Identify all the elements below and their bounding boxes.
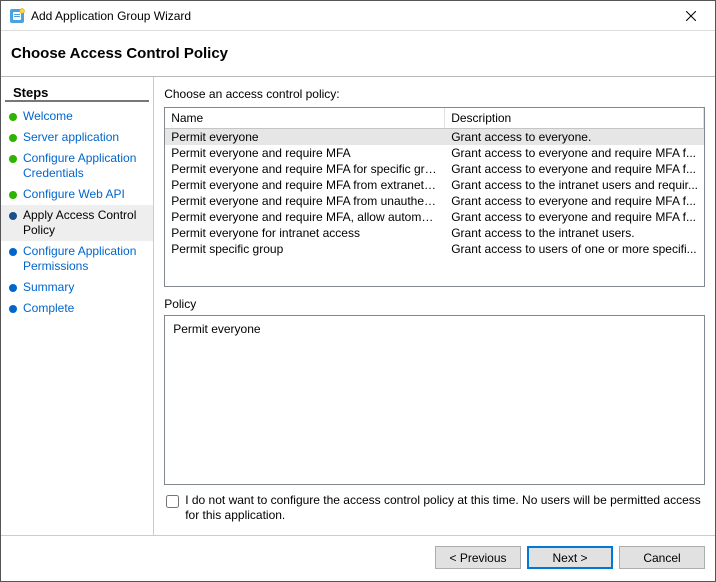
column-description[interactable]: Description — [445, 108, 704, 128]
policy-name: Permit everyone for intranet access — [165, 225, 445, 241]
policy-row[interactable]: Permit everyone for intranet accessGrant… — [165, 225, 704, 241]
policy-description: Grant access to everyone and require MFA… — [445, 193, 704, 209]
step-bullet-icon — [9, 155, 17, 163]
policy-description: Grant access to everyone and require MFA… — [445, 145, 704, 161]
policy-row[interactable]: Permit everyone and require MFA from ext… — [165, 177, 704, 193]
cancel-button[interactable]: Cancel — [619, 546, 705, 569]
wizard-window: Add Application Group Wizard Choose Acce… — [0, 0, 716, 582]
policy-name: Permit everyone — [165, 129, 445, 145]
policy-row[interactable]: Permit everyone and require MFAGrant acc… — [165, 145, 704, 161]
opt-out-checkbox[interactable] — [166, 495, 179, 508]
policy-description: Grant access to everyone. — [445, 129, 704, 145]
column-name[interactable]: Name — [165, 108, 445, 128]
step-item[interactable]: Welcome — [1, 106, 153, 127]
step-label: Configure Web API — [23, 187, 125, 202]
close-button[interactable] — [671, 2, 711, 30]
wizard-body: Steps Welcome Server application Configure… — [1, 77, 715, 535]
policy-name: Permit everyone and require MFA from una… — [165, 193, 445, 209]
step-bullet-icon — [9, 305, 17, 313]
step-label: Apply Access Control Policy — [23, 208, 147, 238]
listview-body: Permit everyoneGrant access to everyone.… — [165, 129, 704, 257]
step-bullet-icon — [9, 212, 17, 220]
steps-pane: Steps Welcome Server application Configure… — [1, 77, 154, 535]
opt-out-label: I do not want to configure the access co… — [185, 493, 705, 523]
listview-header: Name Description — [165, 108, 704, 129]
page-header: Choose Access Control Policy — [1, 31, 715, 77]
policy-section-label: Policy — [164, 297, 705, 311]
step-bullet-icon — [9, 134, 17, 142]
policy-name: Permit everyone and require MFA for spec… — [165, 161, 445, 177]
step-label: Configure Application Permissions — [23, 244, 147, 274]
policy-row[interactable]: Permit everyone and require MFA from una… — [165, 193, 704, 209]
choose-policy-label: Choose an access control policy: — [164, 87, 705, 101]
policy-row[interactable]: Permit everyone and require MFA, allow a… — [165, 209, 704, 225]
policy-description: Grant access to everyone and require MFA… — [445, 161, 704, 177]
policy-description: Grant access to everyone and require MFA… — [445, 209, 704, 225]
previous-button[interactable]: < Previous — [435, 546, 521, 569]
step-item[interactable]: Server application — [1, 127, 153, 148]
policy-row[interactable]: Permit specific groupGrant access to use… — [165, 241, 704, 257]
step-label: Summary — [23, 280, 74, 295]
policy-name: Permit specific group — [165, 241, 445, 257]
policy-name: Permit everyone and require MFA — [165, 145, 445, 161]
titlebar: Add Application Group Wizard — [1, 1, 715, 31]
steps-header: Steps — [5, 81, 149, 102]
app-icon — [9, 8, 25, 24]
step-item[interactable]: Summary — [1, 277, 153, 298]
step-label: Server application — [23, 130, 119, 145]
step-label: Configure Application Credentials — [23, 151, 147, 181]
step-bullet-icon — [9, 284, 17, 292]
footer: < Previous Next > Cancel — [1, 535, 715, 581]
step-item[interactable]: Configure Web API — [1, 184, 153, 205]
steps-list: Welcome Server application Configure Appli… — [1, 106, 153, 319]
policy-description: Grant access to the intranet users. — [445, 225, 704, 241]
page-title: Choose Access Control Policy — [11, 45, 705, 62]
step-bullet-icon — [9, 113, 17, 121]
policy-detail-text: Permit everyone — [173, 322, 260, 336]
policy-description: Grant access to the intranet users and r… — [445, 177, 704, 193]
policy-row[interactable]: Permit everyoneGrant access to everyone. — [165, 129, 704, 145]
step-item[interactable]: Configure Application Permissions — [1, 241, 153, 277]
window-title: Add Application Group Wizard — [31, 9, 671, 23]
step-item[interactable]: Configure Application Credentials — [1, 148, 153, 184]
content-pane: Choose an access control policy: Name De… — [154, 77, 715, 535]
close-icon — [686, 11, 696, 21]
step-item[interactable]: Apply Access Control Policy — [1, 205, 153, 241]
policy-description: Grant access to users of one or more spe… — [445, 241, 704, 257]
next-button[interactable]: Next > — [527, 546, 613, 569]
policy-listview[interactable]: Name Description Permit everyoneGrant ac… — [164, 107, 705, 287]
step-label: Welcome — [23, 109, 73, 124]
policy-detail-box: Permit everyone — [164, 315, 705, 485]
policy-name: Permit everyone and require MFA from ext… — [165, 177, 445, 193]
policy-name: Permit everyone and require MFA, allow a… — [165, 209, 445, 225]
step-label: Complete — [23, 301, 74, 316]
step-item[interactable]: Complete — [1, 298, 153, 319]
step-bullet-icon — [9, 248, 17, 256]
step-bullet-icon — [9, 191, 17, 199]
opt-out-row[interactable]: I do not want to configure the access co… — [164, 493, 705, 523]
policy-row[interactable]: Permit everyone and require MFA for spec… — [165, 161, 704, 177]
